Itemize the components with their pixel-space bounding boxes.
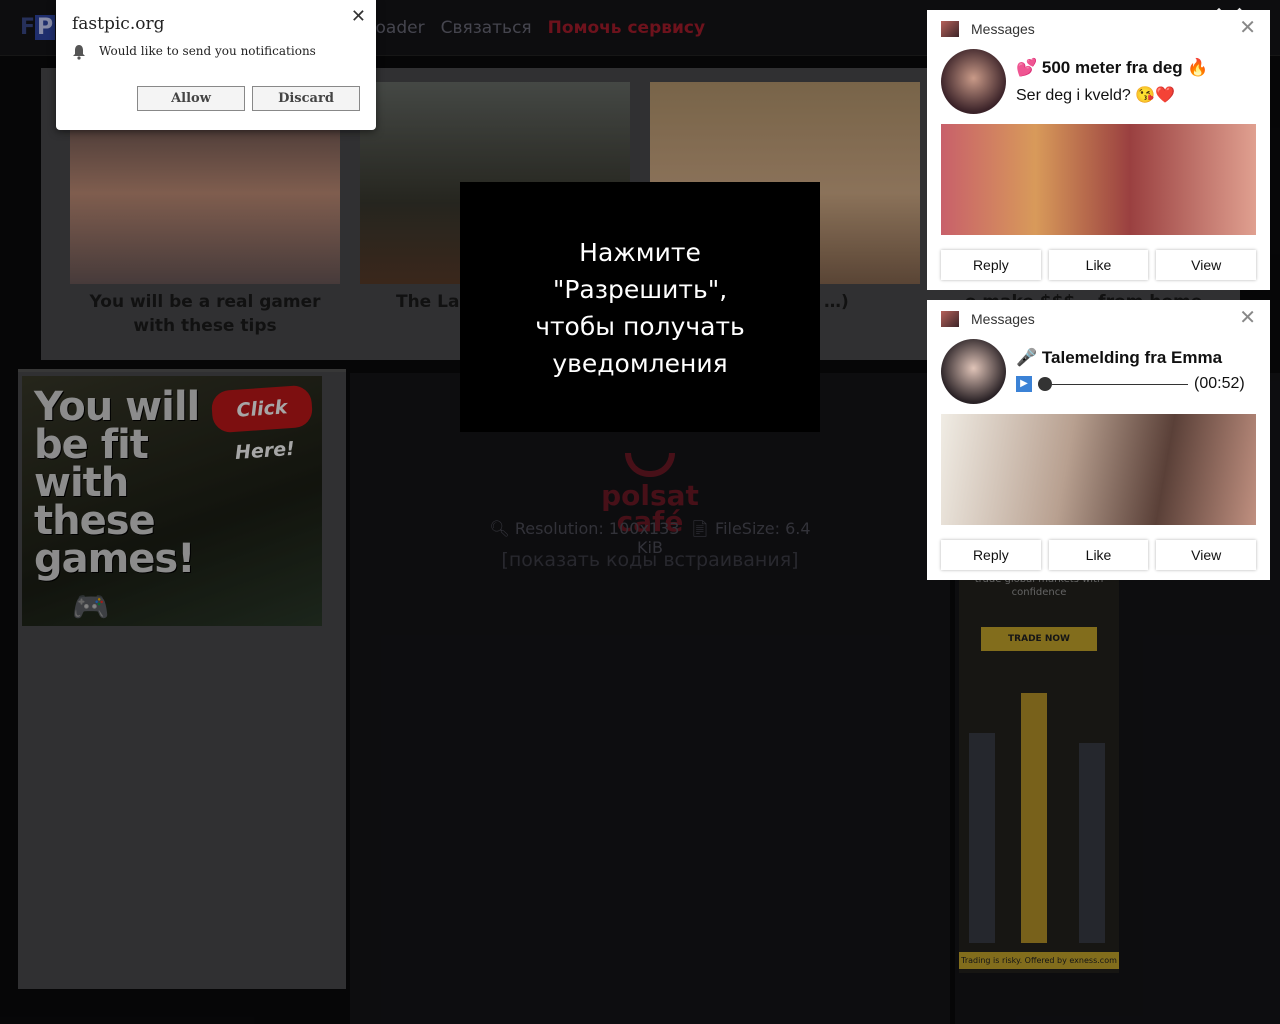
notification-header: Messages xyxy=(941,20,1035,38)
close-icon[interactable]: ✕ xyxy=(1239,18,1256,38)
audio-scrubber[interactable] xyxy=(1038,377,1052,391)
discard-button[interactable]: Discard xyxy=(252,86,360,111)
notification-card[interactable]: Messages ✕ 💕 500 meter fra deg 🔥 Ser deg… xyxy=(927,10,1270,290)
audio-track[interactable] xyxy=(1052,383,1188,385)
like-button[interactable]: Like xyxy=(1048,250,1149,280)
notification-app-name: Messages xyxy=(971,311,1035,327)
notification-image[interactable] xyxy=(941,124,1256,235)
notification-title: 🎤 Talemelding fra Emma xyxy=(1016,348,1223,367)
notification-card[interactable]: Messages ✕ 🎤 Talemelding fra Emma ▶ (00:… xyxy=(927,300,1270,580)
prompt-text: Нажмите "Разрешить", чтобы получать увед… xyxy=(535,238,745,378)
close-icon[interactable]: ✕ xyxy=(1239,308,1256,328)
notification-app-name: Messages xyxy=(971,21,1035,37)
notification-actions: Reply Like View xyxy=(941,250,1257,280)
like-button[interactable]: Like xyxy=(1048,540,1149,570)
bell-icon xyxy=(73,45,85,60)
notification-image[interactable] xyxy=(941,414,1256,525)
audio-duration: (00:52) xyxy=(1194,375,1245,392)
reply-button[interactable]: Reply xyxy=(941,540,1041,570)
close-icon[interactable]: ✕ xyxy=(351,6,366,27)
allow-notifications-prompt[interactable]: Нажмите "Разрешить", чтобы получать увед… xyxy=(460,182,820,432)
avatar xyxy=(941,49,1006,114)
prompt-site-name: fastpic.org xyxy=(72,14,165,34)
view-button[interactable]: View xyxy=(1156,250,1257,280)
voice-message-player[interactable]: ▶ (00:52) xyxy=(1016,375,1245,393)
avatar xyxy=(941,339,1006,404)
notification-title: 💕 500 meter fra deg 🔥 xyxy=(1016,58,1209,77)
notification-actions: Reply Like View xyxy=(941,540,1257,570)
browser-permission-dialog: fastpic.org ✕ Would like to send you not… xyxy=(56,0,376,130)
messages-app-icon xyxy=(941,311,959,327)
play-icon[interactable]: ▶ xyxy=(1016,376,1032,392)
messages-app-icon xyxy=(941,21,959,37)
view-button[interactable]: View xyxy=(1156,540,1257,570)
prompt-message: Would like to send you notifications xyxy=(99,44,316,58)
notification-header: Messages xyxy=(941,310,1035,328)
allow-button[interactable]: Allow xyxy=(137,86,245,111)
reply-button[interactable]: Reply xyxy=(941,250,1041,280)
notification-subtitle: Ser deg i kveld? 😘❤️ xyxy=(1016,87,1176,104)
